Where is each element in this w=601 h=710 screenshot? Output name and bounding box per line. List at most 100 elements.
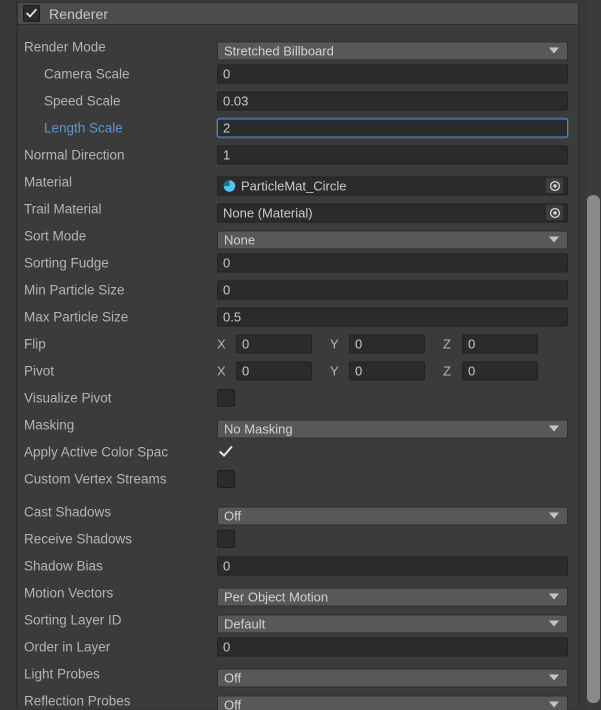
vertical-scrollbar-thumb[interactable]	[587, 195, 600, 703]
property-row: Render Mode Stretched Billboard	[18, 34, 580, 60]
dropdown-select[interactable]: Stretched Billboard	[217, 41, 568, 60]
chevron-down-icon	[549, 674, 559, 681]
axis-label-x: X	[217, 363, 226, 379]
chevron-down-icon	[549, 236, 559, 243]
axis-input-y[interactable]: 0	[349, 334, 425, 354]
number-input[interactable]: 2	[217, 118, 568, 138]
property-label: Sorting Fudge	[24, 255, 109, 271]
property-label: Pivot	[24, 363, 55, 379]
property-label: Normal Direction	[24, 147, 125, 163]
object-field[interactable]: ParticleMat_Circle	[217, 176, 568, 195]
property-label: Apply Active Color Spac	[24, 444, 169, 460]
chevron-down-icon	[549, 512, 559, 519]
object-picker-button[interactable]	[545, 204, 564, 221]
property-label: Sort Mode	[24, 228, 87, 244]
chevron-down-icon	[549, 47, 559, 54]
dropdown-value: No Masking	[224, 421, 293, 436]
vector3-field: X0Y0Z0	[217, 334, 568, 354]
property-label: Sorting Layer ID	[24, 612, 122, 628]
property-row: Flip X 0 Y 0 Z 0	[18, 331, 580, 357]
number-input[interactable]: 0	[217, 637, 568, 657]
axis-input-y[interactable]: 0	[349, 361, 425, 381]
toggle-checkbox[interactable]	[217, 530, 235, 548]
dropdown-select[interactable]: Default	[217, 614, 568, 633]
property-label: Order in Layer	[24, 639, 111, 655]
number-input[interactable]: 0.5	[217, 307, 568, 327]
axis-label-z: Z	[443, 363, 451, 379]
check-icon	[25, 8, 38, 18]
number-input[interactable]: 0.03	[217, 91, 568, 111]
toggle-checkbox[interactable]	[217, 443, 235, 461]
property-row: Sort Mode None	[18, 223, 580, 249]
property-row: Custom Vertex Streams	[18, 466, 580, 492]
property-label: Custom Vertex Streams	[24, 471, 167, 487]
number-input[interactable]: 0	[217, 64, 568, 84]
toggle-checkbox[interactable]	[217, 389, 235, 407]
dropdown-select[interactable]: Off	[217, 695, 568, 710]
object-field-value: None (Material)	[223, 205, 313, 220]
property-label: Receive Shadows	[24, 531, 133, 547]
property-label: Motion Vectors	[24, 585, 114, 601]
renderer-enabled-checkbox[interactable]	[23, 5, 40, 22]
chevron-down-icon	[549, 593, 559, 600]
property-row: Shadow Bias 0	[18, 553, 580, 579]
renderer-properties-body: Render Mode Stretched Billboard Camera Sca…	[17, 25, 580, 710]
property-row: Apply Active Color Spac	[18, 439, 580, 465]
unity-inspector-renderer-panel: Renderer Render Mode Stretched Billboard C…	[0, 0, 601, 710]
axis-input-x[interactable]: 0	[236, 361, 312, 381]
number-input[interactable]: 0	[217, 253, 568, 273]
number-input[interactable]: 0	[217, 280, 568, 300]
property-row: Speed Scale 0.03	[18, 88, 580, 114]
dropdown-select[interactable]: Off	[217, 506, 568, 525]
object-picker-icon	[549, 207, 560, 218]
property-row: Sorting Layer ID Default	[18, 607, 580, 633]
chevron-down-icon	[549, 701, 559, 708]
dropdown-value: Off	[224, 508, 242, 523]
property-row: Receive Shadows	[18, 526, 580, 552]
vector3-field: X0Y0Z0	[217, 361, 568, 381]
object-picker-button[interactable]	[545, 177, 564, 194]
renderer-module-header[interactable]: Renderer	[17, 2, 579, 25]
dropdown-select[interactable]: Off	[217, 668, 568, 687]
property-label: Reflection Probes	[24, 693, 131, 709]
property-label: Flip	[24, 336, 46, 352]
dropdown-value: Stretched Billboard	[224, 43, 334, 58]
property-label: Cast Shadows	[24, 504, 112, 520]
property-label: Min Particle Size	[24, 282, 125, 298]
vertical-scrollbar-track[interactable]	[586, 0, 601, 710]
object-picker-icon	[549, 180, 560, 191]
dropdown-select[interactable]: None	[217, 230, 568, 249]
toggle-checkbox[interactable]	[217, 470, 235, 488]
axis-input-x[interactable]: 0	[236, 334, 312, 354]
dropdown-value: None	[224, 232, 256, 247]
property-row: Visualize Pivot	[18, 385, 580, 411]
property-label: Visualize Pivot	[24, 390, 112, 406]
property-label: Trail Material	[24, 201, 102, 217]
object-field[interactable]: None (Material)	[217, 203, 568, 222]
dropdown-select[interactable]: Per Object Motion	[217, 587, 568, 606]
property-row: Pivot X 0 Y 0 Z 0	[18, 358, 580, 384]
axis-input-z[interactable]: 0	[462, 334, 538, 354]
property-row: Reflection Probes Off	[18, 688, 580, 710]
left-gutter	[0, 0, 17, 710]
axis-input-z[interactable]: 0	[462, 361, 538, 381]
chevron-down-icon	[549, 620, 559, 627]
axis-label-y: Y	[330, 363, 339, 379]
property-label: Camera Scale	[44, 66, 130, 82]
property-label: Masking	[24, 417, 75, 433]
property-label: Shadow Bias	[24, 558, 103, 574]
dropdown-value: Off	[224, 697, 242, 710]
property-row: Order in Layer 0	[18, 634, 580, 660]
material-sphere-icon	[223, 179, 236, 192]
dropdown-value: Default	[224, 616, 266, 631]
property-label: Max Particle Size	[24, 309, 129, 325]
axis-label-z: Z	[443, 336, 451, 352]
property-row: Light Probes Off	[18, 661, 580, 687]
property-row: Min Particle Size 0	[18, 277, 580, 303]
dropdown-select[interactable]: No Masking	[217, 419, 568, 438]
property-row: Normal Direction 1	[18, 142, 580, 168]
property-row: Max Particle Size 0.5	[18, 304, 580, 330]
property-row: Sorting Fudge 0	[18, 250, 580, 276]
number-input[interactable]: 1	[217, 145, 568, 165]
number-input[interactable]: 0	[217, 556, 568, 576]
